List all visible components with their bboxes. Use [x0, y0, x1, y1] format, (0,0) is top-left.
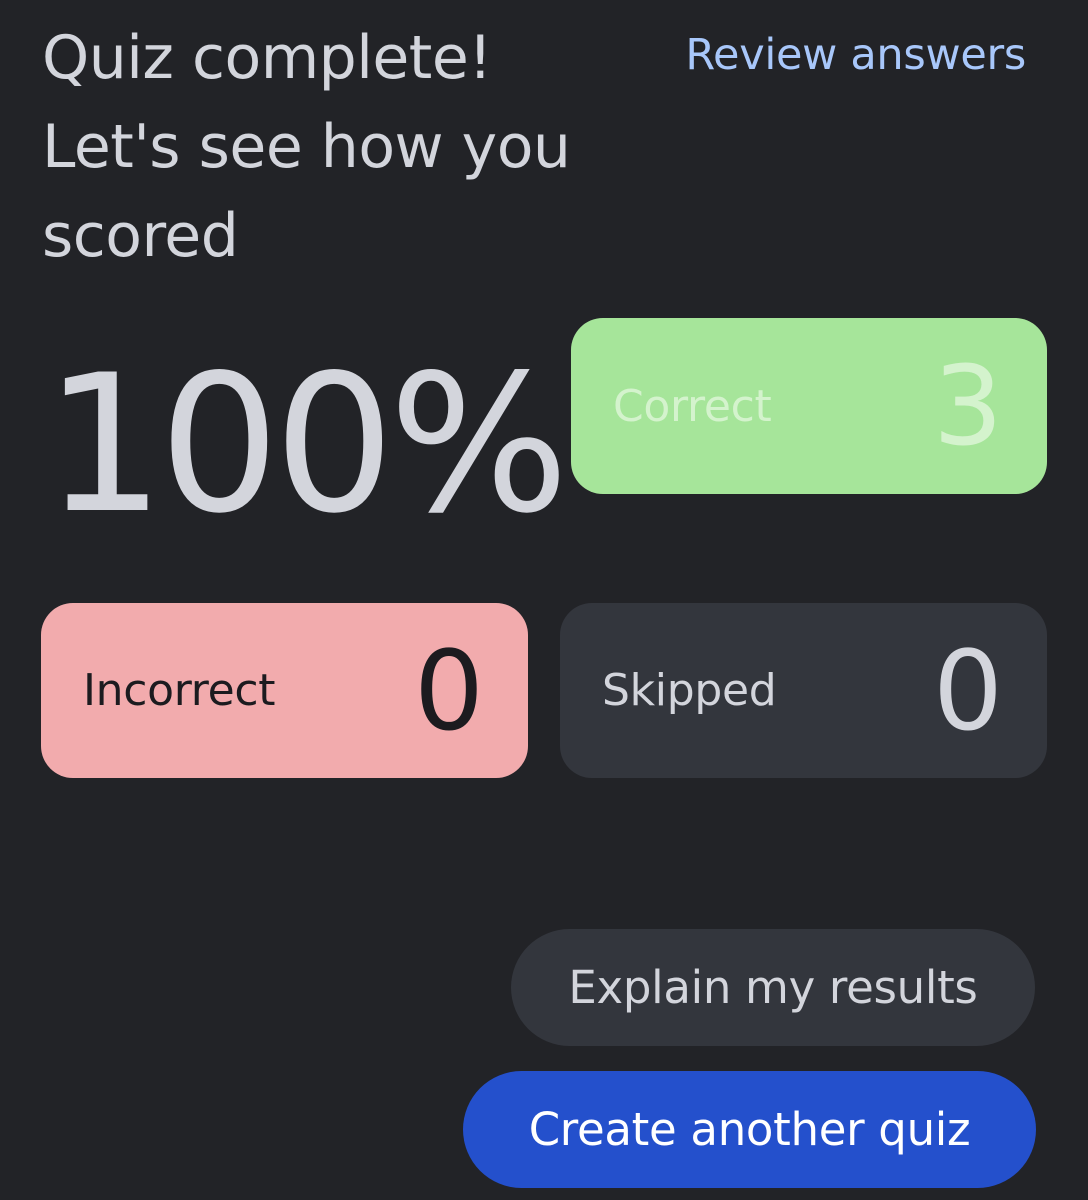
quiz-complete-heading: Quiz complete! Let's see how you scored — [42, 23, 571, 271]
review-answers-link[interactable]: Review answers — [685, 30, 1026, 80]
correct-label: Correct — [613, 380, 772, 432]
create-another-quiz-button[interactable]: Create another quiz — [463, 1071, 1036, 1188]
incorrect-label: Incorrect — [83, 665, 276, 716]
incorrect-count-card: Incorrect 0 — [41, 603, 528, 778]
explain-results-button[interactable]: Explain my results — [511, 929, 1035, 1046]
correct-count-card: Correct 3 — [571, 318, 1047, 494]
score-percentage: 100% — [44, 334, 569, 555]
skipped-count-card: Skipped 0 — [560, 603, 1047, 778]
skipped-value: 0 — [933, 626, 1003, 755]
skipped-label: Skipped — [602, 665, 777, 716]
correct-value: 3 — [933, 342, 1003, 470]
incorrect-value: 0 — [414, 626, 484, 755]
